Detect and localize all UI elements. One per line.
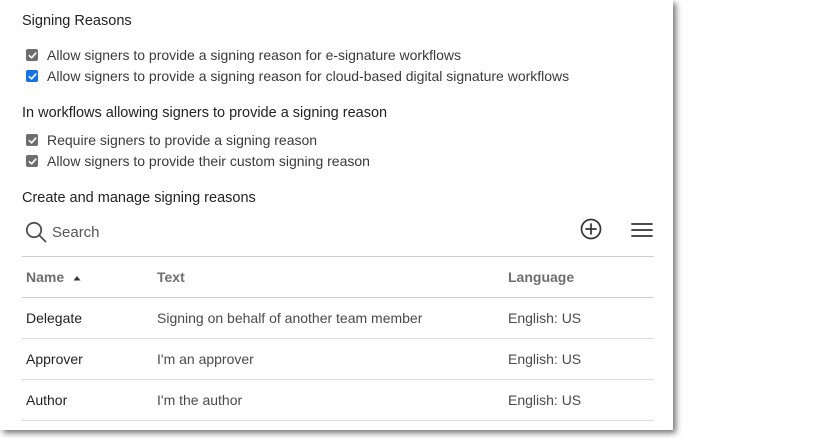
checkbox-require-reason[interactable] [26,134,38,146]
cell-text: Signing on behalf of another team member [153,297,504,339]
signing-reasons-table: Name Text Language Delegate Signing on b… [22,256,654,421]
checkbox-row-cloud-digital-reason[interactable]: Allow signers to provide a signing reaso… [26,68,569,84]
checkmark-icon [28,157,37,165]
cell-name: Author [22,379,153,421]
checkmark-icon [28,51,37,59]
checkbox-label: Allow signers to provide a signing reaso… [47,68,570,84]
checkbox-cloud-digital-reason[interactable] [26,70,38,82]
sort-ascending-icon [73,276,81,281]
checkbox-label: Require signers to provide a signing rea… [47,132,318,148]
table-row[interactable]: Approver I'm an approver English: US [22,338,654,380]
cell-text: I'm an approver [153,338,504,380]
checkbox-row-esign-reason[interactable]: Allow signers to provide a signing reaso… [26,47,461,63]
column-header-name[interactable]: Name [22,256,153,298]
hamburger-menu-icon[interactable] [630,219,654,241]
cell-text: I'm the author [153,379,504,421]
search-icon [25,221,47,243]
column-header-label: Text [157,269,185,285]
cell-name: Delegate [22,297,153,339]
manage-section-title: Create and manage signing reasons [22,190,256,206]
table-row[interactable]: Author I'm the author English: US [22,379,654,421]
cell-language: English: US [504,338,654,380]
cell-name: Approver [22,338,153,380]
table-row[interactable]: Delegate Signing on behalf of another te… [22,297,654,339]
cell-language: English: US [504,297,654,339]
column-header-text[interactable]: Text [153,256,504,298]
signing-reasons-title: Signing Reasons [22,13,132,29]
checkbox-row-require-reason[interactable]: Require signers to provide a signing rea… [26,132,317,148]
cell-language: English: US [504,379,654,421]
plus-circle-icon[interactable] [579,217,603,241]
checkmark-icon [28,136,37,144]
workflows-section-title: In workflows allowing signers to provide… [22,105,388,121]
search-input[interactable] [52,221,272,243]
signing-reasons-panel: Signing Reasons Allow signers to provide… [0,0,673,430]
checkbox-row-custom-reason[interactable]: Allow signers to provide their custom si… [26,153,370,169]
search-toolbar [22,217,654,247]
checkbox-custom-reason[interactable] [26,155,38,167]
checkbox-esign-reason[interactable] [26,49,38,61]
table-header-row: Name Text Language [22,256,654,298]
checkbox-label: Allow signers to provide a signing reaso… [47,47,461,63]
column-header-label: Name [26,269,65,285]
checkbox-label: Allow signers to provide their custom si… [47,153,370,169]
column-header-language[interactable]: Language [504,256,654,298]
checkmark-icon [28,72,37,80]
column-header-label: Language [508,269,575,285]
